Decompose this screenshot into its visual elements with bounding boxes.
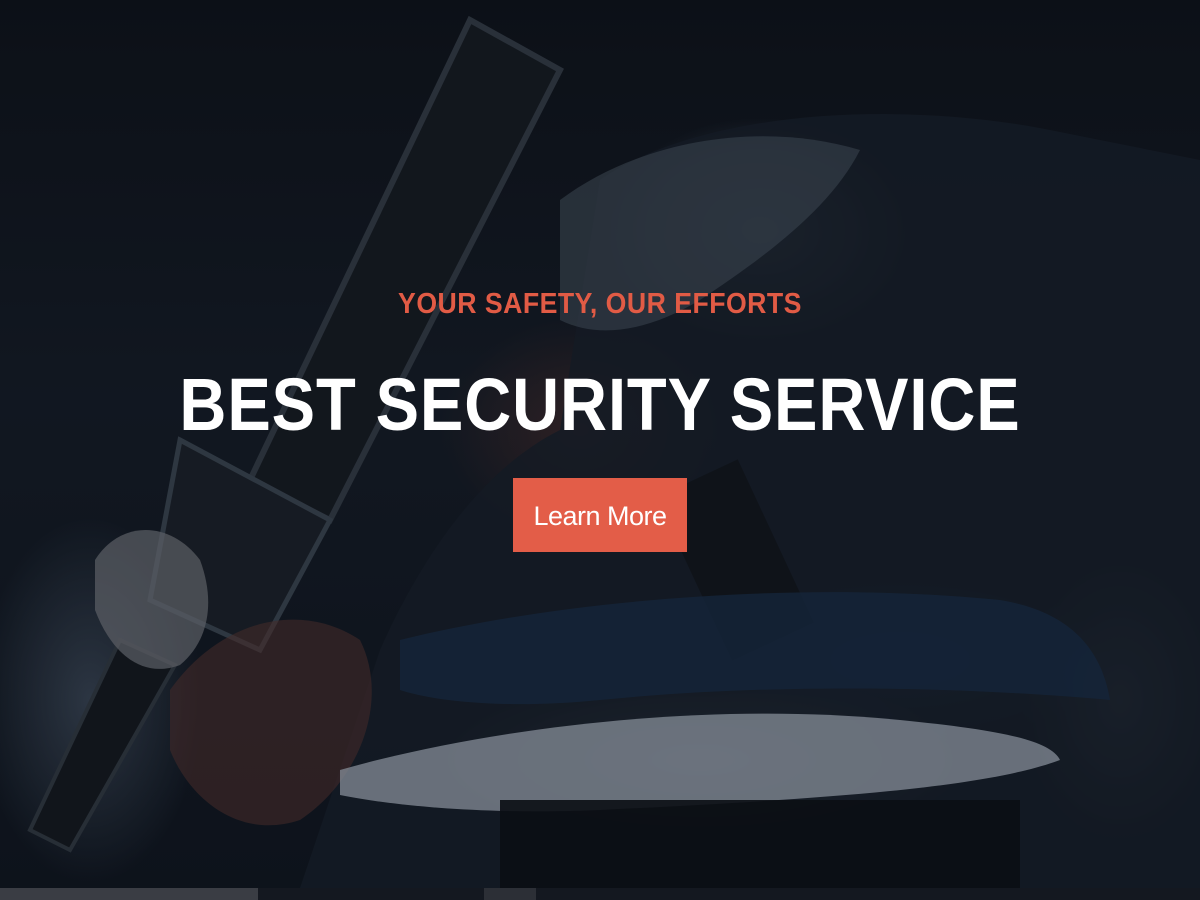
bottom-strip-segment xyxy=(484,888,536,900)
hero-tagline: YOUR SAFETY, OUR EFFORTS xyxy=(398,288,802,320)
hero-headline: BEST SECURITY SERVICE xyxy=(179,363,1021,446)
hero-section: YOUR SAFETY, OUR EFFORTS BEST SECURITY S… xyxy=(0,0,1200,888)
bottom-strip xyxy=(0,888,1200,900)
hero-content: YOUR SAFETY, OUR EFFORTS BEST SECURITY S… xyxy=(0,284,1200,552)
learn-more-button[interactable]: Learn More xyxy=(513,478,687,552)
bottom-strip-segment xyxy=(0,888,258,900)
